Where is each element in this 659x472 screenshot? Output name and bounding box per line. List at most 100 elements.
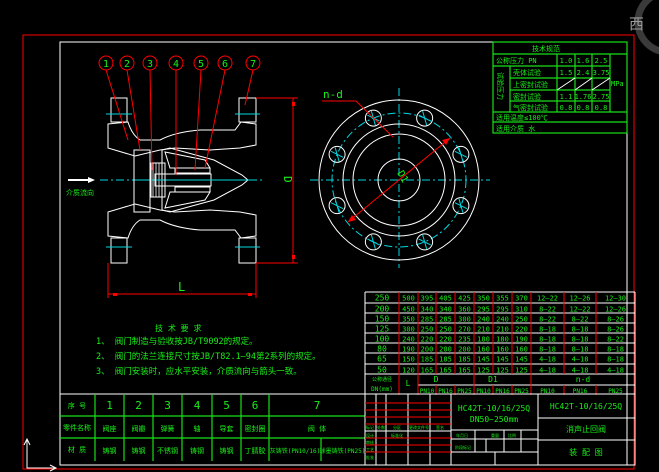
- dimension-table-cell: 165: [458, 367, 471, 375]
- dimension-table-cell: 8—18: [572, 336, 589, 344]
- part-name: 阀 体: [308, 424, 326, 433]
- dimension-table-cell: 160: [477, 346, 490, 354]
- valve-seat: [133, 149, 151, 213]
- dimension-table: 250 500 395 405 425 350 355 370 12—22 12—26 12—302…: [364, 291, 636, 395]
- dimension-table-cell: 310: [515, 306, 528, 314]
- dimension-table-row: 80 190 200 200 200 160 160 160 8—18 8—18 8—18: [377, 345, 624, 354]
- dimension-D: D: [256, 97, 298, 264]
- spec-temperature: 适用温度≤100℃: [496, 113, 548, 122]
- ucs-icon: [23, 437, 58, 472]
- dimension-table-cell: 300: [458, 316, 471, 324]
- dimension-table-cell: 425: [458, 295, 471, 303]
- balloon-leader: [126, 69, 141, 151]
- dimension-table-cell: 285: [421, 316, 434, 324]
- balloon-leader: [244, 69, 254, 106]
- dimension-table-cell: 12—26: [569, 295, 590, 303]
- n-d-label: n-d: [323, 88, 343, 101]
- right-flange-top: [238, 97, 257, 123]
- dimension-table-cell: 8—18: [539, 326, 556, 334]
- dimension-table-cell: 180: [496, 336, 509, 344]
- part-number: 3: [164, 399, 171, 412]
- header-L: L: [406, 379, 411, 388]
- balloon-number: 3: [147, 59, 153, 70]
- dimension-table-cell: 500: [402, 295, 415, 303]
- title-block: 标记 处数 分区 更改文件号 签名年月日 设计 标准化审核工艺批准 阶段标记 重量 比例 HC42…: [364, 393, 636, 466]
- dimension-table-cell: 285: [439, 316, 452, 324]
- dimension-table-cell: 4—18: [539, 367, 556, 375]
- spec-row-value: 0.8: [595, 104, 608, 112]
- dimension-table-cell: 145: [477, 356, 490, 364]
- title-block-label: 标记: [366, 424, 374, 430]
- dimension-table-cell: 350: [402, 316, 415, 324]
- dimension-table-cell: 65: [377, 355, 387, 364]
- dimension-table-cell: 295: [477, 306, 490, 314]
- balloon-number: 2: [124, 59, 130, 70]
- part-number: 7: [314, 399, 321, 412]
- dimension-table-row: 200 450 340 340 360 295 295 310 8—22 12—22 12—26: [375, 305, 626, 314]
- balloon-number: 1: [103, 59, 109, 70]
- dimension-table-cell: 8—22: [607, 336, 624, 344]
- dimension-D1-label: D1: [394, 169, 410, 185]
- title-block-label: 重量: [491, 432, 499, 438]
- dimension-table-cell: 220: [421, 336, 434, 344]
- technical-notes: 技 术 要 求 1、 阀门制造与验收按JB/T9092的规定。 2、 阀门的法兰…: [96, 323, 321, 377]
- dimension-table-cell: 8—18: [607, 356, 624, 364]
- dimension-table-cell: 190: [515, 336, 528, 344]
- dimension-table-cell: 4—18: [539, 356, 556, 364]
- n-d-leader: [322, 100, 394, 138]
- model-number-right: HC42T-10/16/25Q: [550, 402, 622, 411]
- header-D1: D1: [488, 375, 498, 384]
- dimension-table-cell: 185: [458, 356, 471, 364]
- valve-section-view: 介质流向: [66, 97, 262, 264]
- cad-drawing-canvas[interactable]: 西 介质流向 1 2 3 4 5 6 7 D L D1 n-d 技术规范 公称压…: [0, 0, 659, 472]
- title-block-label: 阶段标记: [455, 444, 471, 450]
- dimension-table-cell: 12—22: [569, 306, 590, 314]
- dimension-table-cell: 8—18: [539, 336, 556, 344]
- part-name: 阀瓣: [132, 424, 146, 433]
- part-number: 4: [194, 399, 201, 412]
- dimension-table-cell: 80: [377, 345, 387, 354]
- dimension-table-cell: 395: [421, 295, 434, 303]
- dimension-table-cell: 120: [402, 367, 415, 375]
- spec-pn-value: 2.5: [595, 57, 608, 65]
- dimension-table-row: 125 300 250 250 270 210 210 220 8—18 8—18 8—26: [375, 325, 624, 334]
- dimension-table-cell: 235: [458, 336, 471, 344]
- dimension-table-cell: 150: [402, 356, 415, 364]
- part-material: 灰铸铁(PN10/16): [270, 447, 321, 455]
- dimension-table-cell: 8—18: [607, 346, 624, 354]
- spec-row-label: 密封试验: [513, 92, 541, 101]
- spec-row-label: 气密封试验: [513, 103, 548, 112]
- flow-direction-arrow: [68, 177, 95, 183]
- spec-side-label: 试验压力: [496, 72, 505, 100]
- dimension-table-cell: 220: [515, 326, 528, 334]
- spec-pn-value: 1.6: [577, 57, 590, 65]
- spec-pn-value: 1.0: [560, 57, 573, 65]
- spec-row-value: 1.1: [560, 93, 573, 101]
- dimension-table-cell: 370: [515, 295, 528, 303]
- dimension-table-cell: 160: [496, 346, 509, 354]
- spec-row-value: 2.4: [577, 69, 590, 77]
- flange-end-view: D1 n-d: [310, 88, 490, 268]
- dimension-D-label: D: [281, 176, 294, 183]
- spec-medium: 适用介质 水: [496, 124, 535, 133]
- dimension-table-row: 65 150 185 185 185 145 145 145 4—18 4—18 8—18: [377, 355, 624, 364]
- left-flange-bottom: [110, 237, 128, 264]
- balloon-number: 7: [250, 59, 256, 70]
- dimension-table-cell: 250: [421, 326, 434, 334]
- dimension-table-cell: 150: [375, 315, 390, 324]
- drawing-type: 装 配 图: [569, 447, 603, 457]
- note-item: 3、 阀门安装时，应水平安装，介质流向与箭头一致。: [96, 366, 302, 377]
- dimension-table-cell: 340: [439, 306, 452, 314]
- title-block-label: 年月日: [456, 432, 468, 438]
- dimension-table-cell: 200: [458, 346, 471, 354]
- dimension-table-cell: 340: [421, 306, 434, 314]
- dimension-table-cell: 190: [402, 346, 415, 354]
- dimension-table-cell: 185: [421, 356, 434, 364]
- part-name: 阀座: [103, 424, 117, 433]
- dimension-table-cell: 240: [477, 316, 490, 324]
- balloon-number: 5: [198, 59, 204, 70]
- viewcube-label[interactable]: 西: [629, 15, 644, 33]
- part-number: 2: [135, 399, 142, 412]
- dimension-table-row: 50 120 165 165 165 125 125 125 4—18 4—18 4—18: [377, 366, 624, 375]
- dimension-table-cell: 350: [477, 295, 490, 303]
